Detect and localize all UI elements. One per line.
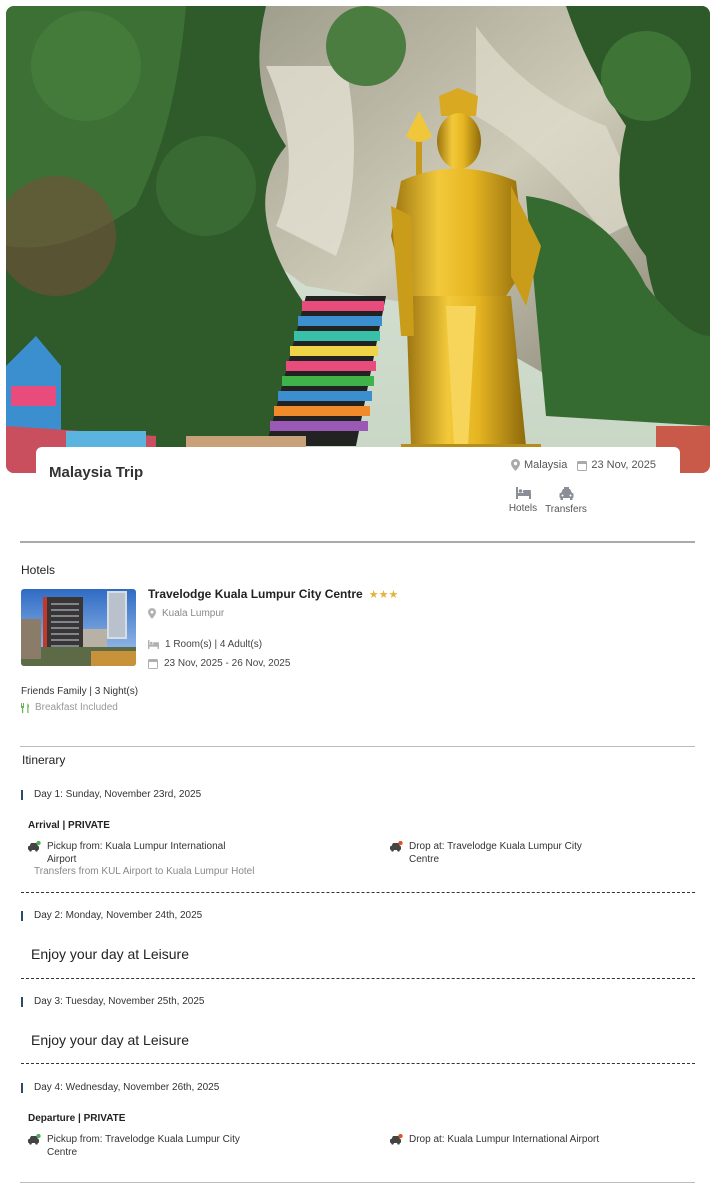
day-heading: Day 1: Sunday, November 23rd, 2025	[21, 789, 201, 800]
day-heading-label: Day 1: Sunday, November 23rd, 2025	[34, 789, 202, 800]
hotel-meal-plan: Breakfast Included	[21, 702, 118, 713]
day-heading: Day 4: Wednesday, November 26th, 2025	[21, 1082, 219, 1093]
pickup-label: Pickup from: Travelodge Kuala Lumpur Cit…	[47, 1134, 240, 1158]
hero-image	[6, 6, 710, 473]
trip-title: Malaysia Trip	[49, 464, 144, 481]
location-pin-icon	[148, 608, 156, 619]
hotel-name[interactable]: Travelodge Kuala Lumpur City Centre ★★★	[148, 587, 398, 601]
leisure-text: Enjoy your day at Leisure	[31, 946, 189, 962]
pickup-leg: Pickup from: Kuala Lumpur International …	[28, 840, 247, 866]
divider	[20, 746, 695, 747]
hotel-name-label: Travelodge Kuala Lumpur City Centre	[148, 587, 363, 601]
day-accent-bar	[21, 996, 23, 1007]
hotel-dates: 23 Nov, 2025 - 26 Nov, 2025	[148, 658, 290, 669]
day-accent-bar	[21, 910, 23, 921]
day-heading-label: Day 2: Monday, November 24th, 2025	[34, 910, 203, 921]
hotel-rooms: 1 Room(s) | 4 Adult(s)	[148, 639, 262, 650]
day-separator	[21, 892, 695, 893]
day-heading-label: Day 4: Wednesday, November 26th, 2025	[34, 1082, 220, 1093]
drop-leg: Drop at: Travelodge Kuala Lumpur City Ce…	[390, 840, 609, 866]
service-transfers: Transfers	[544, 487, 588, 515]
transfer-note: Transfers from KUL Airport to Kuala Lump…	[34, 866, 255, 877]
fork-knife-icon	[21, 702, 29, 713]
hotel-dates-label: 23 Nov, 2025 - 26 Nov, 2025	[164, 658, 291, 669]
hotel-meal-label: Breakfast Included	[35, 702, 118, 713]
transfer-service-title: Departure | PRIVATE	[28, 1113, 126, 1124]
day-heading: Day 3: Tuesday, November 25th, 2025	[21, 996, 204, 1007]
trip-date: 23 Nov, 2025	[577, 459, 656, 471]
trip-destination: Malaysia	[510, 459, 568, 471]
divider	[20, 1182, 695, 1183]
trip-date-label: 23 Nov, 2025	[591, 459, 656, 471]
divider	[20, 541, 695, 543]
day-accent-bar	[21, 1082, 23, 1093]
hotel-rooms-label: 1 Room(s) | 4 Adult(s)	[165, 639, 263, 650]
drop-leg: Drop at: Kuala Lumpur International Airp…	[390, 1133, 609, 1146]
service-transfers-label: Transfers	[545, 504, 587, 515]
itinerary-section-title: Itinerary	[22, 753, 66, 767]
hotel-image[interactable]	[21, 589, 136, 666]
bed-icon	[148, 640, 159, 649]
day-heading: Day 2: Monday, November 24th, 2025	[21, 910, 202, 921]
calendar-icon	[577, 460, 588, 471]
service-hotels-label: Hotels	[508, 503, 538, 514]
location-pin-icon	[510, 459, 520, 471]
car-pickup-icon	[28, 1134, 41, 1145]
hotel-party: Friends Family | 3 Night(s)	[21, 686, 139, 697]
pickup-label: Pickup from: Kuala Lumpur International …	[47, 841, 226, 865]
hotel-location-label: Kuala Lumpur	[162, 608, 225, 619]
pickup-leg: Pickup from: Travelodge Kuala Lumpur Cit…	[28, 1133, 247, 1159]
drop-label: Drop at: Kuala Lumpur International Airp…	[409, 1134, 600, 1145]
leisure-text: Enjoy your day at Leisure	[31, 1032, 189, 1048]
bed-icon	[515, 487, 531, 499]
taxi-icon	[559, 487, 573, 500]
day-heading-label: Day 3: Tuesday, November 25th, 2025	[34, 996, 205, 1007]
car-drop-icon	[390, 841, 403, 852]
day-accent-bar	[21, 789, 23, 800]
transfer-service-title: Arrival | PRIVATE	[28, 820, 110, 831]
calendar-icon	[148, 659, 158, 669]
trip-meta: Malaysia 23 Nov, 2025	[501, 459, 656, 471]
car-pickup-icon	[28, 841, 41, 852]
car-drop-icon	[390, 1134, 403, 1145]
drop-label: Drop at: Travelodge Kuala Lumpur City Ce…	[409, 841, 582, 865]
trip-summary-card: Malaysia Trip Malaysia 23 Nov, 2025 Hote…	[36, 447, 680, 531]
hotel-location: Kuala Lumpur	[148, 608, 224, 619]
day-separator	[21, 1063, 695, 1064]
trip-destination-label: Malaysia	[523, 459, 568, 471]
hotel-star-rating: ★★★	[368, 588, 399, 601]
hotels-section-title: Hotels	[21, 563, 56, 577]
service-hotels: Hotels	[507, 487, 539, 514]
day-separator	[21, 978, 695, 979]
